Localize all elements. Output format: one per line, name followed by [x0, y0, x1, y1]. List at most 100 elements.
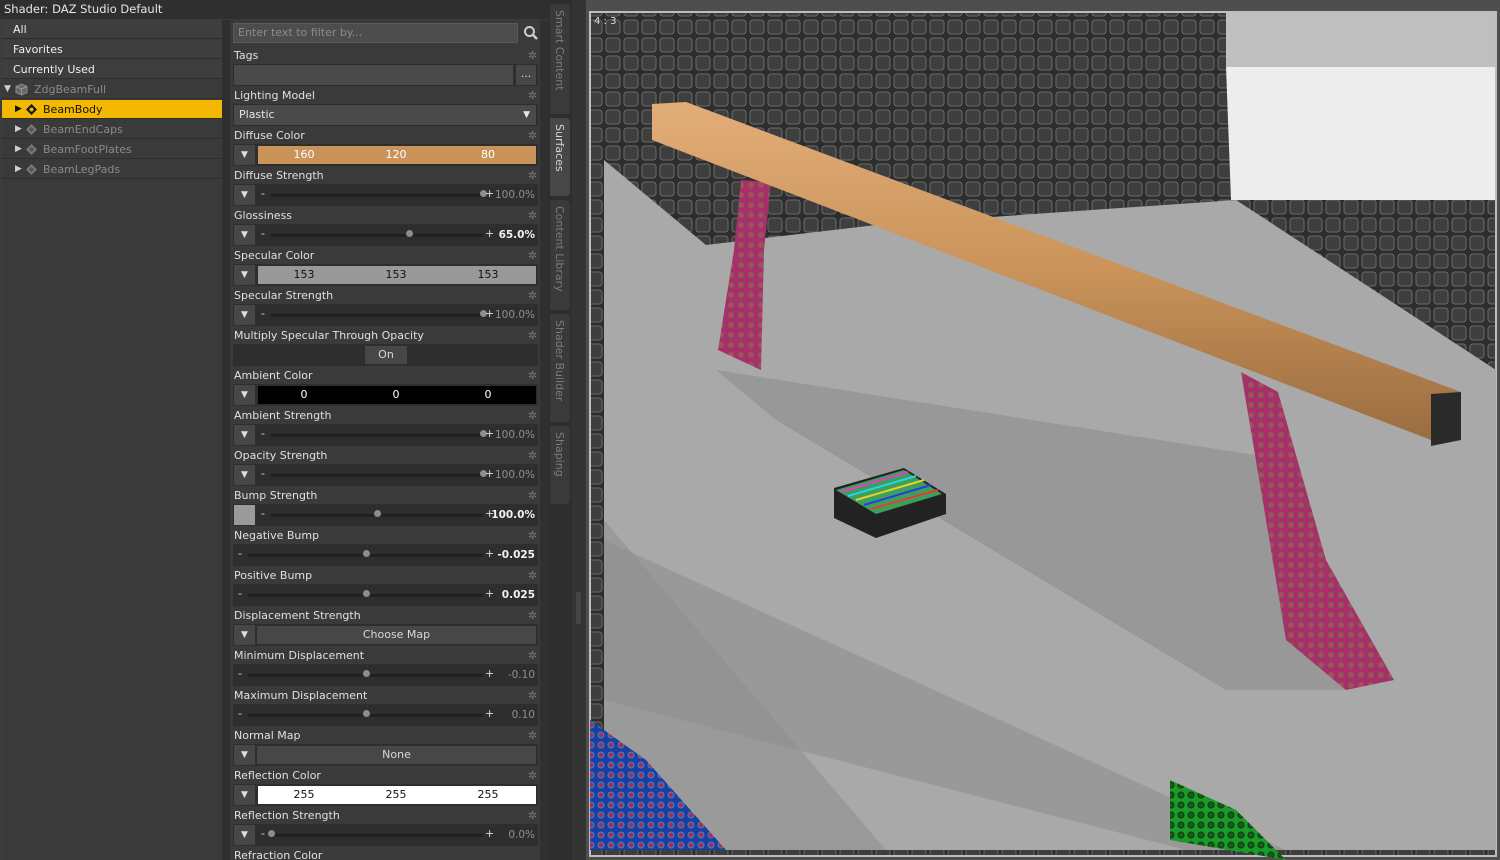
gear-icon[interactable]: ✲ — [527, 330, 538, 341]
collapse-arrow-icon[interactable]: ▼ — [4, 80, 11, 99]
decrement-button[interactable]: - — [261, 507, 265, 521]
tree-item-beamfootplates[interactable]: ▶ BeamFootPlates — [2, 140, 222, 159]
expand-arrow-icon[interactable]: ▶ — [15, 120, 22, 139]
map-dropdown-button[interactable]: ▼ — [234, 225, 255, 245]
prop-value[interactable]: 0.10 — [512, 704, 535, 726]
prop-value[interactable]: 65.0% — [499, 224, 535, 246]
gear-icon[interactable]: ✲ — [527, 770, 538, 781]
gear-icon[interactable]: ✲ — [527, 810, 538, 821]
lighting-model-select[interactable]: Plastic ▼ — [234, 105, 536, 125]
map-dropdown-button[interactable]: ▼ — [234, 625, 255, 645]
tab-content-library[interactable]: Content Library — [550, 200, 570, 310]
decrement-button[interactable]: - — [238, 547, 242, 561]
slider-knob[interactable] — [267, 829, 276, 838]
tab-shaping[interactable]: Shaping — [550, 426, 570, 504]
tags-browse-button[interactable]: ... — [516, 65, 536, 85]
map-dropdown-button[interactable]: ▼ — [234, 465, 255, 485]
increment-button[interactable]: + — [485, 467, 494, 481]
gear-icon[interactable]: ✲ — [527, 50, 538, 61]
gear-icon[interactable]: ✲ — [527, 90, 538, 101]
increment-button[interactable]: + — [485, 827, 494, 841]
slider-track[interactable] — [271, 474, 483, 477]
gear-icon[interactable]: ✲ — [527, 690, 538, 701]
prop-value[interactable]: 100.0% — [495, 304, 535, 326]
tree-item-beamendcaps[interactable]: ▶ BeamEndCaps — [2, 120, 222, 139]
prop-value[interactable]: 100.0% — [495, 424, 535, 446]
map-dropdown-button[interactable]: ▼ — [234, 305, 255, 325]
decrement-button[interactable]: - — [238, 707, 242, 721]
gear-icon[interactable]: ✲ — [527, 250, 538, 261]
tab-smart-content[interactable]: Smart Content — [550, 4, 570, 114]
increment-button[interactable]: + — [485, 667, 494, 681]
prop-value[interactable]: -0.025 — [497, 544, 535, 566]
increment-button[interactable]: + — [485, 227, 494, 241]
gear-icon[interactable]: ✲ — [527, 490, 538, 501]
slider-knob[interactable] — [361, 709, 371, 718]
decrement-button[interactable]: - — [261, 307, 265, 321]
tree-root-node[interactable]: ▼ ZdgBeamFull — [2, 80, 222, 99]
decrement-button[interactable]: - — [238, 667, 242, 681]
decrement-button[interactable]: - — [261, 227, 265, 241]
tags-input[interactable] — [234, 65, 513, 85]
increment-button[interactable]: + — [485, 587, 494, 601]
increment-button[interactable]: + — [485, 187, 494, 201]
map-dropdown-button[interactable]: ▼ — [234, 385, 255, 405]
decrement-button[interactable]: - — [261, 467, 265, 481]
gear-icon[interactable]: ✲ — [527, 650, 538, 661]
toggle-button[interactable]: On — [365, 346, 407, 364]
gear-icon[interactable]: ✲ — [527, 170, 538, 181]
increment-button[interactable]: + — [485, 427, 494, 441]
slider-track[interactable] — [271, 834, 483, 837]
gear-icon[interactable]: ✲ — [527, 570, 538, 581]
map-dropdown-button[interactable]: ▼ — [234, 145, 255, 165]
filter-input[interactable]: Enter text to filter by... — [233, 23, 518, 43]
normal-map-button[interactable]: None — [257, 746, 536, 764]
tree-splitter[interactable] — [222, 20, 230, 860]
increment-button[interactable]: + — [485, 547, 494, 561]
tab-surfaces[interactable]: Surfaces — [550, 118, 570, 196]
gear-icon[interactable]: ✲ — [527, 530, 538, 541]
tree-filter-favorites[interactable]: Favorites — [2, 40, 222, 59]
prop-value[interactable]: 0.025 — [502, 584, 535, 606]
tree-filter-currently-used[interactable]: Currently Used — [2, 60, 222, 79]
slider-knob[interactable] — [404, 229, 414, 238]
3d-viewport[interactable]: 4 : 3 — [586, 0, 1500, 860]
tree-item-beambody[interactable]: ▶ BeamBody — [2, 100, 222, 119]
gear-icon[interactable]: ✲ — [527, 130, 538, 141]
color-swatch[interactable]: 160 120 80 — [258, 146, 536, 164]
prop-value[interactable]: 100.0% — [495, 464, 535, 486]
prop-value[interactable]: 100.0% — [495, 184, 535, 206]
decrement-button[interactable]: - — [238, 587, 242, 601]
map-dropdown-button[interactable]: ▼ — [234, 265, 255, 285]
slider-track[interactable] — [271, 194, 483, 197]
slider-knob[interactable] — [373, 509, 382, 518]
pane-divider[interactable] — [572, 0, 586, 860]
prop-value[interactable]: 100.0% — [491, 504, 535, 526]
map-dropdown-button[interactable]: ▼ — [234, 825, 255, 845]
slider-knob[interactable] — [361, 669, 371, 678]
color-swatch[interactable]: 153 153 153 — [258, 266, 536, 284]
divider-grip[interactable] — [576, 592, 581, 624]
slider-knob[interactable] — [361, 589, 371, 598]
gear-icon[interactable]: ✲ — [527, 410, 538, 421]
gear-icon[interactable]: ✲ — [527, 730, 538, 741]
gear-icon[interactable]: ✲ — [527, 290, 538, 301]
map-thumbnail-button[interactable] — [234, 505, 255, 525]
expand-arrow-icon[interactable]: ▶ — [15, 140, 22, 159]
decrement-button[interactable]: - — [261, 187, 265, 201]
prop-value[interactable]: -0.10 — [508, 664, 535, 686]
color-swatch[interactable]: 255 255 255 — [258, 786, 536, 804]
map-dropdown-button[interactable]: ▼ — [234, 785, 255, 805]
map-dropdown-button[interactable]: ▼ — [234, 745, 255, 765]
color-swatch[interactable]: 0 0 0 — [258, 386, 536, 404]
slider-track[interactable] — [271, 234, 483, 237]
tab-shader-builder[interactable]: Shader Builder — [550, 314, 570, 422]
increment-button[interactable]: + — [485, 707, 494, 721]
choose-map-button[interactable]: Choose Map — [257, 626, 536, 644]
gear-icon[interactable]: ✲ — [527, 610, 538, 621]
search-icon[interactable] — [522, 23, 540, 43]
gear-icon[interactable]: ✲ — [527, 370, 538, 381]
slider-knob[interactable] — [361, 549, 371, 558]
expand-arrow-icon[interactable]: ▶ — [15, 100, 22, 119]
gear-icon[interactable]: ✲ — [527, 210, 538, 221]
